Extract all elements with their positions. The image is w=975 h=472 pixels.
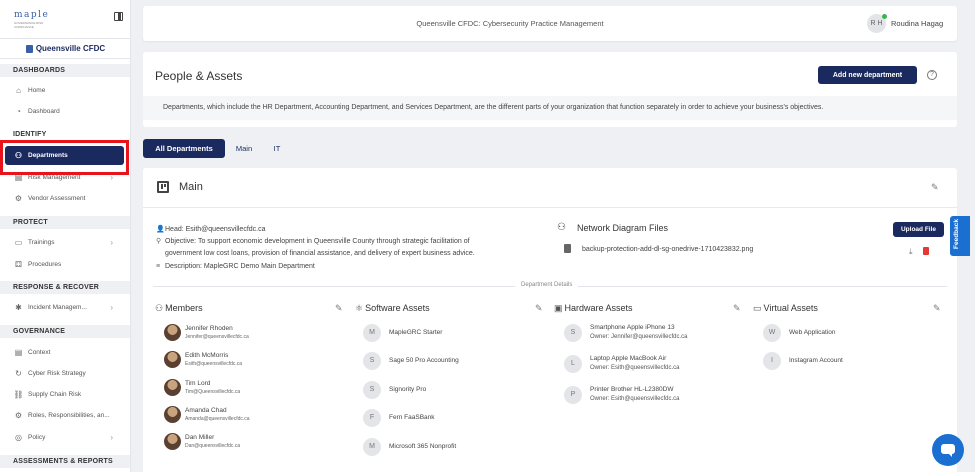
network-diagram-title: Network Diagram Files — [577, 223, 669, 233]
sidebar-item-incident-management[interactable]: ✱ Incident Managem... › — [0, 298, 130, 316]
add-department-button[interactable]: Add new department — [818, 66, 917, 84]
delete-icon[interactable] — [923, 247, 929, 255]
software-assets-title: ⚛ Software Assets — [355, 303, 430, 313]
edit-department-icon[interactable]: ✎ — [931, 182, 939, 193]
sidebar-item-dashboard[interactable]: ◔ Dashboard — [0, 102, 130, 120]
chevron-right-icon: › — [110, 302, 113, 312]
hardware-assets-title: ▣ Hardware Assets — [554, 303, 633, 313]
sidebar: maple GOVERNANCE RISK COMPLIANCE Queensv… — [0, 0, 131, 472]
file-icon — [564, 244, 571, 253]
sidebar-item-roles[interactable]: ⚙ Roles, Responsibilities, an... — [0, 406, 130, 424]
top-bar: Queensville CFDC: Cybersecurity Practice… — [143, 6, 957, 41]
department-name: Main — [179, 181, 203, 193]
chevron-right-icon: › — [110, 432, 113, 442]
hardware-icon: ▣ — [554, 303, 563, 313]
sidebar-item-policy[interactable]: ◎ Policy › — [0, 428, 130, 446]
vendor-icon: ⚙ — [14, 193, 23, 203]
user-icon: 👤 — [156, 226, 165, 233]
gauge-icon: ◔ — [16, 106, 21, 116]
org-page-title: Queensville CFDC: Cybersecurity Practice… — [416, 19, 604, 28]
edit-hardware-icon[interactable]: ✎ — [733, 303, 741, 314]
edit-software-icon[interactable]: ✎ — [535, 303, 543, 314]
department-card: Main ✎ 👤Head: Esith@queensvillecfdc.ca ⚲… — [143, 168, 957, 472]
online-status-dot — [882, 14, 887, 19]
section-response-recover: RESPONSE & RECOVER — [0, 281, 130, 294]
org-selector[interactable]: Queensville CFDC — [0, 38, 130, 59]
monitor-icon: ▭ — [753, 303, 762, 313]
list-icon: ≡ — [156, 263, 161, 270]
upload-file-button[interactable]: Upload File — [893, 222, 944, 237]
chevron-right-icon: › — [110, 237, 113, 247]
edit-virtual-icon[interactable]: ✎ — [933, 303, 941, 314]
sidebar-item-cyber-risk-strategy[interactable]: ↻ Cyber Risk Strategy — [0, 364, 130, 382]
pin-icon: ⚲ — [156, 238, 162, 245]
network-icon: ⚇ — [557, 222, 566, 233]
chat-icon[interactable] — [932, 434, 964, 466]
strategy-icon: ↻ — [15, 368, 22, 378]
section-dashboards: DASHBOARDS — [0, 64, 130, 77]
page-title: People & Assets — [155, 69, 243, 83]
software-icon: ⚛ — [355, 303, 364, 313]
virtual-assets-title: ▭ Virtual Assets — [753, 303, 818, 313]
supply-chain-icon: ⛓ — [13, 389, 24, 399]
maple-logo[interactable]: maple GOVERNANCE RISK COMPLIANCE — [14, 10, 54, 29]
department-objective: ⚲ Objective: To support economic developm… — [156, 238, 470, 245]
help-icon[interactable]: ? — [927, 70, 937, 80]
page-header-panel: People & Assets Add new department ? Dep… — [143, 52, 957, 127]
incident-icon: ✱ — [15, 302, 22, 312]
sidebar-item-trainings[interactable]: ▭ Trainings › — [0, 233, 130, 251]
trainings-icon: ▭ — [14, 237, 23, 247]
department-details-label: Department Details — [515, 282, 579, 288]
roles-icon: ⚙ — [14, 410, 23, 420]
people-icon: ⚇ — [155, 303, 164, 313]
department-objective-cont: government low cost loans, provision of … — [165, 250, 475, 257]
avatar — [164, 324, 181, 341]
sidebar-item-vendor-assessment[interactable]: ⚙ Vendor Assessment — [0, 189, 130, 207]
avatar — [164, 379, 181, 396]
download-icon[interactable]: ⤓ — [909, 247, 913, 257]
department-description: ≡ Description: MapleGRC Demo Main Departm… — [156, 263, 315, 270]
section-governance: GOVERNANCE — [0, 325, 130, 338]
edit-members-icon[interactable]: ✎ — [335, 303, 343, 314]
board-icon — [157, 181, 169, 193]
building-icon — [25, 44, 33, 53]
tab-it[interactable]: IT — [267, 139, 287, 158]
network-file-name[interactable]: backup-protection-add-dl-sg-onedrive-171… — [582, 246, 753, 253]
department-head: 👤Head: Esith@queensvillecfdc.ca — [156, 226, 266, 233]
policy-icon: ◎ — [15, 432, 22, 442]
feedback-tab[interactable]: Feedback — [950, 216, 970, 256]
sidebar-item-risk-management[interactable]: ▤ Risk Management › — [0, 168, 130, 186]
sidebar-item-departments[interactable]: ⚇ Departments — [5, 146, 124, 165]
procedures-icon: ⚃ — [15, 259, 22, 269]
hierarchy-icon: ⚇ — [14, 151, 23, 160]
risk-icon: ▤ — [14, 172, 23, 182]
home-icon: ⌂ — [16, 85, 21, 95]
page-description: Departments, which include the HR Depart… — [143, 96, 957, 120]
avatar — [164, 433, 181, 450]
context-icon: ▤ — [14, 347, 23, 357]
sidebar-item-context[interactable]: ▤ Context — [0, 343, 130, 361]
sidebar-collapse-icon[interactable] — [114, 12, 123, 21]
avatar — [164, 351, 181, 368]
user-name[interactable]: Roudina Hagag — [891, 19, 943, 28]
tab-all-departments[interactable]: All Departments — [143, 139, 225, 158]
sidebar-item-supply-chain-risk[interactable]: ⛓ Supply Chain Risk — [0, 385, 130, 403]
sidebar-item-home[interactable]: ⌂ Home — [0, 81, 130, 99]
members-title: ⚇ Members — [155, 303, 203, 313]
org-name: Queensville CFDC — [35, 44, 106, 53]
sidebar-item-procedures[interactable]: ⚃ Procedures — [0, 255, 130, 273]
avatar — [164, 406, 181, 423]
tab-main[interactable]: Main — [229, 139, 259, 158]
section-assessments-reports: ASSESSMENTS & REPORTS — [0, 455, 130, 468]
section-protect: PROTECT — [0, 216, 130, 229]
department-card-header: Main ✎ — [143, 168, 957, 208]
section-identify: IDENTIFY — [0, 128, 130, 141]
chevron-right-icon: › — [110, 172, 113, 182]
